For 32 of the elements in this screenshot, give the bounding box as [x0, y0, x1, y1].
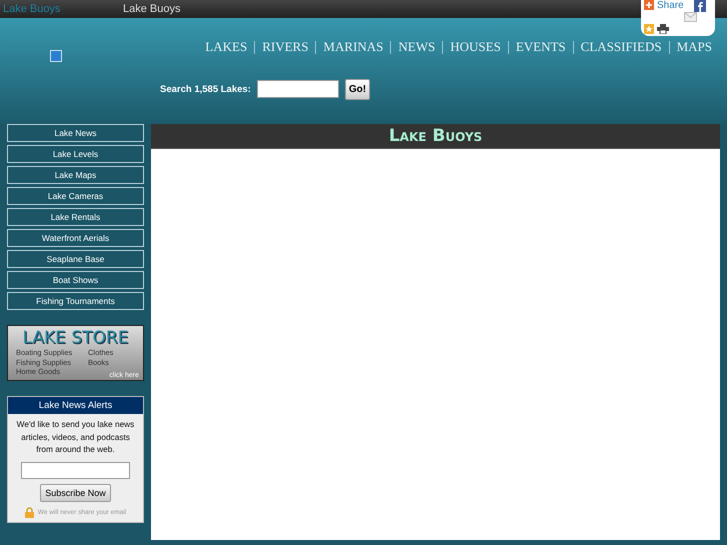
sidebar-link[interactable]: Lake News [7, 124, 144, 142]
nav-link[interactable]: NEWS [391, 39, 442, 55]
nav-link[interactable]: MAPS [670, 39, 719, 55]
nav-link[interactable]: MARINAS [316, 39, 390, 55]
sidebar-link[interactable]: Seaplane Base [7, 250, 144, 268]
search-label: Search 1,585 Lakes: [160, 84, 251, 94]
sidebar-link[interactable]: Lake Cameras [7, 187, 144, 205]
alerts-header: Lake News Alerts [8, 397, 143, 414]
sidebar-link[interactable]: Boat Shows [7, 271, 144, 289]
printer-icon[interactable] [657, 24, 669, 34]
search-field[interactable] [256, 80, 339, 98]
main-title: Lake Buoys [388, 126, 482, 146]
email-field[interactable] [21, 462, 130, 478]
page-title: Lake Buoys [123, 3, 180, 15]
share-link[interactable]: Share [657, 0, 684, 11]
sidebar-link[interactable]: Waterfront Aerials [7, 229, 144, 247]
sidebar-link[interactable]: Fishing Tournaments [7, 292, 144, 310]
facebook-icon[interactable] [694, 0, 706, 12]
nav-link[interactable]: CLASSIFIEDS [574, 39, 669, 55]
subscribe-button[interactable]: Subscribe Now [40, 484, 111, 502]
nav-link[interactable]: HOUSES [443, 39, 508, 55]
alerts-text: We'd like to send you lake news articles, videos, and podcasts from around the web. [16, 418, 135, 456]
nav-link[interactable]: LAKES [198, 39, 254, 55]
star-icon[interactable] [644, 24, 654, 34]
go-button[interactable]: Go! [344, 78, 370, 100]
banner-title: LAKE STORE [22, 328, 130, 348]
sidebar-link[interactable]: Lake Maps [7, 166, 144, 184]
sidebar-link[interactable]: Lake Rentals [7, 208, 144, 226]
nav-link[interactable]: EVENTS [508, 39, 573, 55]
nav-link[interactable]: RIVERS [255, 39, 316, 55]
sidebar-link[interactable]: Lake Levels [7, 145, 144, 163]
lock-icon [24, 506, 34, 518]
